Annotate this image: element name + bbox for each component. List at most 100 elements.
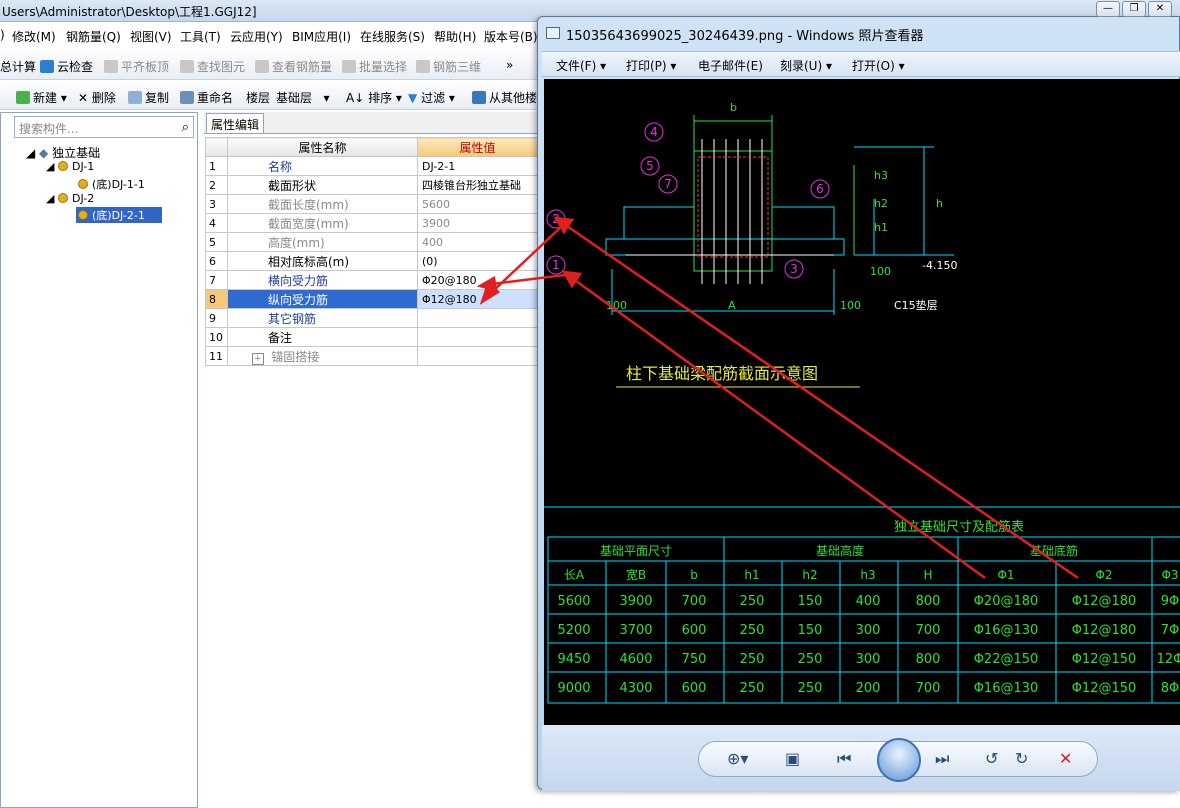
zoom-icon[interactable]: ⊕▾ bbox=[727, 749, 748, 768]
table-row[interactable]: 2 截面形状 四棱锥台形独立基础 bbox=[205, 175, 538, 195]
floor-select[interactable]: 基础层 ▾ bbox=[276, 89, 329, 106]
gear-icon bbox=[57, 193, 68, 203]
menu-cloud[interactable]: 云应用(Y) bbox=[230, 28, 283, 45]
actual-size-icon[interactable]: ▣ bbox=[785, 749, 800, 768]
header-prop-value: 属性值 bbox=[417, 137, 538, 157]
table-row[interactable]: 5 高度(mm) 400 bbox=[205, 232, 538, 252]
rename-button[interactable]: 重命名 bbox=[180, 89, 233, 106]
svg-text:7: 7 bbox=[664, 177, 672, 191]
menu-modify[interactable]: 修改(M) bbox=[12, 28, 56, 45]
close-icon[interactable]: ✕ bbox=[1148, 1, 1172, 17]
svg-text:1: 1 bbox=[552, 258, 560, 272]
menu-bim[interactable]: BIM应用(I) bbox=[292, 28, 351, 45]
filter-button[interactable]: ▼ 过滤 ▾ bbox=[408, 89, 455, 106]
copy-button[interactable]: 复制 bbox=[128, 89, 169, 106]
rotate-left-icon[interactable]: ↺ bbox=[985, 749, 998, 768]
viewer-menu-print[interactable]: 打印(P) ▾ bbox=[626, 57, 676, 74]
menu-version[interactable]: 版本号(B) bbox=[484, 28, 538, 45]
table-row[interactable]: 7 横向受力筋 Φ20@180 bbox=[205, 270, 538, 290]
svg-text:150: 150 bbox=[798, 623, 823, 638]
delete-button[interactable]: ✕ 删除 bbox=[78, 89, 116, 106]
expand-icon[interactable]: + bbox=[252, 352, 264, 365]
slideshow-button[interactable] bbox=[877, 738, 921, 782]
svg-text:100: 100 bbox=[870, 265, 891, 278]
tree-item-dj1-1[interactable]: (底)DJ-1-1 bbox=[78, 176, 145, 192]
rebar-3d-button[interactable]: 钢筋三维 bbox=[416, 58, 481, 75]
grid-corner bbox=[205, 137, 228, 157]
find-element-button[interactable]: 查找图元 bbox=[180, 58, 245, 75]
svg-text:h1: h1 bbox=[874, 221, 888, 234]
search-placeholder: 搜索构件... bbox=[19, 122, 79, 136]
viewer-menu-bar: 文件(F) ▾ 打印(P) ▾ 电子邮件(E) 刻录(U) ▾ 打开(O) ▾ bbox=[542, 51, 1180, 77]
gear-icon bbox=[57, 161, 68, 171]
svg-text:700: 700 bbox=[916, 681, 941, 696]
svg-text:Φ12@180: Φ12@180 bbox=[1072, 594, 1137, 609]
flat-top-icon bbox=[104, 60, 118, 73]
table-row[interactable]: 9 其它钢筋 bbox=[205, 308, 538, 328]
svg-text:5600: 5600 bbox=[557, 594, 590, 609]
svg-text:100: 100 bbox=[606, 299, 627, 312]
table-row[interactable]: 1 名称 DJ-2-1 bbox=[205, 156, 538, 176]
viewer-menu-burn[interactable]: 刻录(U) ▾ bbox=[780, 57, 832, 74]
svg-text:250: 250 bbox=[798, 652, 823, 667]
svg-text:4300: 4300 bbox=[619, 681, 652, 696]
svg-text:750: 750 bbox=[682, 652, 707, 667]
table-row-selected[interactable]: 8 纵向受力筋 Φ12@180 bbox=[205, 289, 538, 309]
view-rebar-button[interactable]: 查看钢筋量 bbox=[255, 58, 332, 75]
svg-text:Φ12@150: Φ12@150 bbox=[1072, 652, 1137, 667]
tree-item-dj2[interactable]: ◢ DJ-2 bbox=[46, 192, 94, 205]
viewer-menu-file[interactable]: 文件(F) ▾ bbox=[556, 57, 606, 74]
menu-online[interactable]: 在线服务(S) bbox=[360, 28, 425, 45]
flat-top-button[interactable]: 平齐板顶 bbox=[104, 58, 169, 75]
from-other-floor-icon bbox=[472, 91, 486, 104]
menu-rebar-qty[interactable]: 钢筋量(Q) bbox=[66, 28, 121, 45]
tree-item-dj1[interactable]: ◢ DJ-1 bbox=[46, 160, 94, 173]
cloud-check-button[interactable]: 云检查 bbox=[40, 58, 93, 75]
svg-text:h3: h3 bbox=[874, 169, 888, 182]
svg-text:2: 2 bbox=[552, 212, 560, 226]
image-file-icon bbox=[546, 27, 560, 39]
filter-icon: ▼ bbox=[408, 91, 418, 105]
viewer-menu-open[interactable]: 打开(O) ▾ bbox=[852, 57, 905, 74]
table-row[interactable]: 11 + 锚固搭接 bbox=[205, 346, 538, 366]
table-row[interactable]: 6 相对底标高(m) (0) bbox=[205, 251, 538, 271]
batch-select-button[interactable]: 批量选择 bbox=[342, 58, 407, 75]
svg-text:-4.150: -4.150 bbox=[922, 259, 957, 272]
maximize-icon[interactable]: ❐ bbox=[1122, 1, 1146, 17]
minimize-icon[interactable]: — bbox=[1096, 1, 1120, 17]
menu-view[interactable]: 视图(V) bbox=[130, 28, 172, 45]
tree-root[interactable]: ◢ ◆ 独立基础 bbox=[26, 144, 100, 161]
svg-text:长A: 长A bbox=[564, 568, 585, 582]
menu-help[interactable]: 帮助(H) bbox=[434, 28, 476, 45]
next-icon[interactable]: ⏭ bbox=[935, 749, 949, 769]
header-prop-name: 属性名称 bbox=[227, 137, 418, 157]
viewer-menu-email[interactable]: 电子邮件(E) bbox=[698, 57, 763, 74]
previous-icon[interactable]: ⏮ bbox=[837, 749, 851, 769]
search-icon[interactable]: ⌕ bbox=[182, 120, 189, 135]
table-row[interactable]: 10 备注 bbox=[205, 327, 538, 347]
rebar-qty-icon bbox=[255, 60, 269, 73]
calc-button[interactable]: 总计算 bbox=[0, 58, 36, 75]
delete-icon[interactable]: ✕ bbox=[1059, 749, 1072, 768]
table-row[interactable]: 4 截面宽度(mm) 3900 bbox=[205, 213, 538, 233]
delete-icon: ✕ bbox=[78, 91, 89, 105]
svg-text:800: 800 bbox=[916, 594, 941, 609]
main-window-controls: — ❐ ✕ bbox=[1096, 1, 1172, 17]
table-row[interactable]: 3 截面长度(mm) 5600 bbox=[205, 194, 538, 214]
image-canvas[interactable]: 4 5 7 6 2 1 3 b A h h3 h2 h1 100 100 100… bbox=[544, 79, 1180, 725]
svg-text:7Φ: 7Φ bbox=[1161, 623, 1180, 638]
sort-button[interactable]: A↓ 排序 ▾ bbox=[346, 89, 402, 106]
toolbar-more-button[interactable]: » bbox=[506, 58, 513, 72]
cad-drawing: 4 5 7 6 2 1 3 b A h h3 h2 h1 100 100 100… bbox=[544, 101, 1180, 704]
tab-property-edit[interactable]: 属性编辑 bbox=[206, 113, 265, 133]
new-button[interactable]: 新建 ▾ bbox=[16, 89, 67, 106]
tree-item-dj2-1[interactable]: (底)DJ-2-1 bbox=[76, 207, 162, 223]
rotate-right-icon[interactable]: ↻ bbox=[1015, 749, 1028, 768]
cloud-check-icon bbox=[40, 60, 54, 73]
svg-text:Φ16@130: Φ16@130 bbox=[974, 623, 1039, 638]
svg-text:Φ12@150: Φ12@150 bbox=[1072, 681, 1137, 696]
menu-tools[interactable]: 工具(T) bbox=[180, 28, 221, 45]
search-input[interactable]: 搜索构件... ⌕ bbox=[14, 116, 194, 138]
svg-text:h2: h2 bbox=[874, 197, 888, 210]
from-other-floor-button[interactable]: 从其他楼 bbox=[472, 89, 537, 106]
